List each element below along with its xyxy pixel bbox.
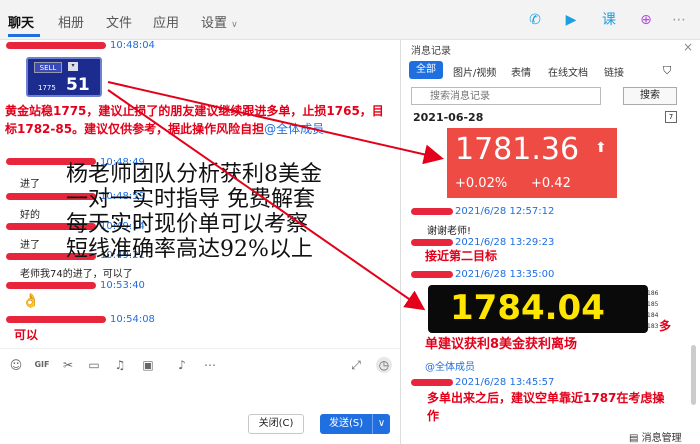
search-input[interactable] [411, 87, 601, 105]
redacted-name [6, 282, 96, 289]
more-icon[interactable]: ⋯ [668, 9, 690, 31]
more-icon[interactable]: ⋯ [202, 357, 218, 373]
message-time: 10:53:40 [100, 280, 145, 291]
class-icon[interactable]: 课 [598, 9, 620, 31]
redacted-name [411, 379, 453, 386]
chevron-down-icon: ∨ [231, 20, 238, 30]
ticker-price: 1784.04 [450, 288, 605, 328]
panel-title: 消息记录 [411, 46, 451, 57]
history-time: 2021/6/28 13:35:00 [455, 269, 555, 280]
music-icon[interactable]: ♫ [112, 357, 128, 373]
tab-settings-label: 设置 [201, 16, 228, 31]
filter-tab-emoji[interactable]: 表情 [511, 64, 531, 79]
scissors-icon[interactable]: ✂ [60, 357, 76, 373]
tab-chat[interactable]: 聊天 [8, 12, 34, 31]
redacted-name [6, 316, 106, 323]
clock-icon[interactable]: ◷ [376, 357, 392, 373]
profit-message: 单建议获利8美金获利离场 [425, 337, 578, 352]
image-icon[interactable]: ▣ [140, 357, 156, 373]
ticker-tick: 186 [647, 290, 659, 297]
filter-tab-media[interactable]: 图片/视频 [453, 64, 496, 79]
history-time: 2021/6/28 12:57:12 [455, 206, 555, 217]
add-icon[interactable]: ⊕ [635, 9, 657, 31]
redacted-name [411, 208, 453, 215]
sell-small-price: 1775 [38, 84, 56, 92]
tab-album[interactable]: 相册 [58, 12, 84, 31]
manage-label: 消息管理 [641, 433, 682, 444]
filter-icon[interactable]: ⛉ [663, 64, 671, 78]
search-button[interactable]: 搜索 [623, 87, 677, 105]
filter-tab-links[interactable]: 链接 [604, 64, 624, 79]
top-bar: 聊天 相册 文件 应用 设置 ∨ ✆ ▶ 课 ⊕ ⋯ [0, 0, 700, 40]
price-ticker-image: 1784.04 [428, 285, 648, 333]
input-toolbar: ☺ GIF ✂ ▭ ♫ ▣ ♪ ⋯ ⤢ ◷ [0, 348, 400, 378]
ticker-tick: 185 [647, 301, 659, 308]
ok-hand-emoji: 👌 [22, 293, 40, 309]
tab-app[interactable]: 应用 [153, 12, 179, 31]
overlay-line: 每天实时现价单可以考察 [66, 212, 309, 237]
video-icon[interactable]: ▶ [560, 9, 582, 31]
overlay-line: 一对一实时指导 免费解套 [66, 187, 315, 212]
filter-tab-all[interactable]: 全部 [409, 61, 443, 79]
chat-message: 好的 [20, 210, 40, 221]
chat-area: 10:48:04 SELL ▾ 1775 51 黄金站稳1775，建议止损了的朋… [0, 40, 400, 344]
message-time: 10:54:08 [110, 314, 155, 325]
quote-change: +0.42 [531, 176, 571, 191]
sell-widget: SELL ▾ 1775 51 [26, 57, 102, 97]
close-icon[interactable]: × [683, 40, 693, 54]
expand-icon[interactable]: ⤢ [348, 357, 364, 373]
quote-price: 1781.36 [455, 132, 580, 167]
mention-all[interactable]: @全体成员 [425, 358, 475, 373]
message-history-panel: 消息记录 × 全部 图片/视频 表情 在线文档 链接 ⛉ ⚲ 搜索 2021-0… [400, 40, 700, 444]
emoji-icon[interactable]: ☺ [8, 357, 24, 373]
filter-tab-docs[interactable]: 在线文档 [548, 64, 588, 79]
overlay-text: 杨老师团队分析获利8美金 一对一实时指导 免费解套 每天实时现价单可以考察 短线… [66, 162, 322, 262]
folder-icon[interactable]: ▭ [86, 357, 102, 373]
history-message: 多单出来之后，建议空单靠近1787在考虑操作 [427, 391, 665, 423]
message-time: 10:48:04 [110, 40, 155, 51]
active-tab-indicator [8, 34, 40, 37]
ticker-tick: 183 [647, 323, 659, 330]
overlay-line: 短线准确率高达92%以上 [66, 237, 313, 262]
overlay-line: 杨老师团队分析获利8美金 [66, 162, 322, 187]
tab-file[interactable]: 文件 [106, 12, 132, 31]
chat-message: 可以 [14, 328, 39, 342]
chat-message: 进了 [20, 179, 40, 190]
sell-label: SELL [34, 62, 62, 73]
quote-card: 1781.36 ⬆ +0.02% +0.42 [447, 128, 617, 198]
message-text: 黄金站稳1775，建议止损了的朋友建议继续跟进多单，止损1765，目标1782-… [5, 102, 390, 138]
ticker-scale: 186 185 184 183 [647, 288, 658, 332]
message-management-button[interactable]: ▤ 消息管理 [629, 429, 682, 444]
history-time: 2021/6/28 13:45:57 [455, 377, 555, 388]
up-arrow-icon: ⬆ [595, 140, 607, 156]
send-label: 发送(S) [329, 418, 364, 429]
close-button[interactable]: 关闭(C) [248, 414, 304, 434]
scrollbar[interactable] [691, 345, 696, 405]
history-message: 谢谢老师! [427, 226, 472, 237]
send-button[interactable]: 发送(S) ∨ [320, 414, 390, 434]
chat-message: 进了 [20, 240, 40, 251]
redacted-name [411, 239, 453, 246]
redacted-name [411, 271, 453, 278]
phone-icon[interactable]: ✆ [524, 9, 546, 31]
message-body: 黄金站稳1775，建议止损了的朋友建议继续跟进多单，止损1765，目标1782-… [5, 104, 384, 136]
tab-settings[interactable]: 设置 ∨ [201, 12, 238, 31]
mention-all[interactable]: @全体成员 [264, 122, 324, 136]
ticker-tick: 184 [647, 312, 659, 319]
calendar-icon[interactable]: 7 [665, 111, 677, 123]
history-message: 接近第二目标 [425, 249, 498, 263]
quote-percent: +0.02% [455, 176, 508, 191]
redacted-name [6, 42, 106, 49]
chevron-down-icon[interactable]: ∨ [372, 414, 390, 434]
history-date: 2021-06-28 [413, 111, 484, 124]
manage-icon: ▤ [629, 433, 639, 444]
gif-icon[interactable]: GIF [34, 357, 50, 373]
chat-message: 老师我74的进了，可以了 [20, 269, 133, 280]
sell-big-price: 51 [66, 75, 90, 95]
side-note: 多 [659, 319, 672, 333]
dropdown-icon: ▾ [68, 62, 78, 71]
bell-icon[interactable]: ♪ [174, 357, 190, 373]
